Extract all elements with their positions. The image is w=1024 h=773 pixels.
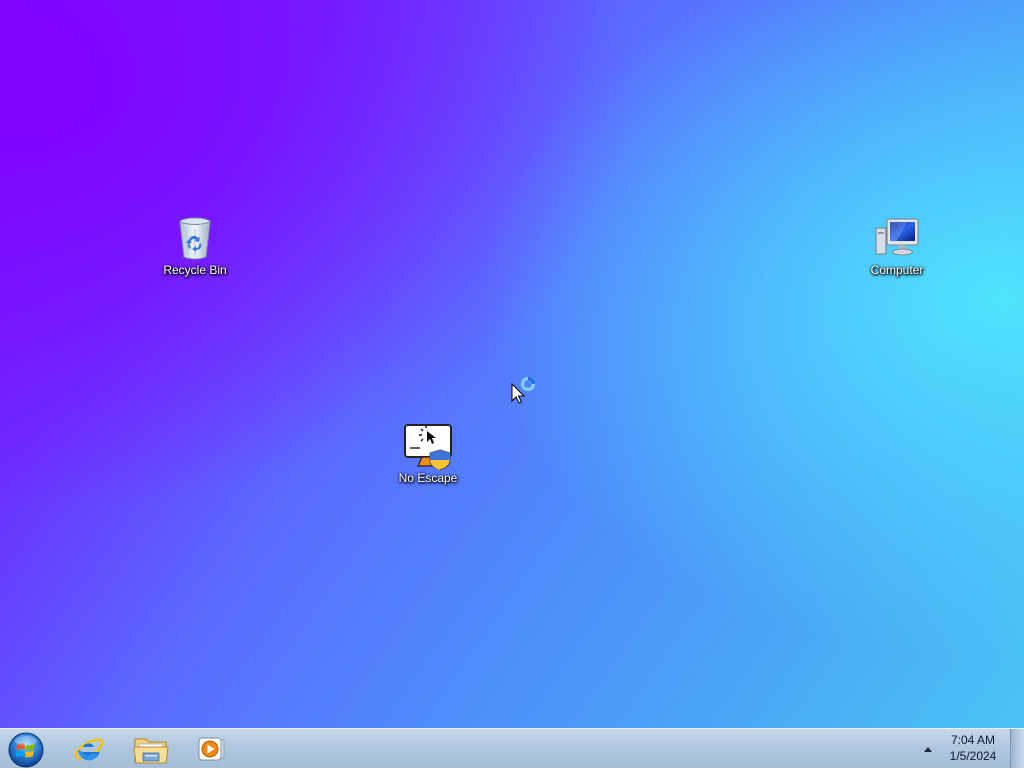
chevron-up-icon: [924, 747, 932, 752]
desktop-icon-label: No Escape: [398, 471, 458, 485]
computer-icon: [875, 218, 919, 256]
show-desktop-button[interactable]: [1010, 729, 1024, 768]
media-player-icon: [198, 737, 225, 761]
desktop[interactable]: Recycle Bin Computer No Escape: [0, 0, 1024, 728]
taskbar: 7:04 AM 1/5/2024: [0, 728, 1024, 768]
file-explorer-icon: [133, 738, 169, 764]
desktop-icon-computer[interactable]: Computer: [857, 214, 937, 277]
desktop-icon-no-escape[interactable]: No Escape: [388, 422, 468, 485]
desktop-icon-label: Recycle Bin: [163, 263, 227, 277]
taskbar-pin-media-player[interactable]: [184, 731, 238, 767]
start-button[interactable]: [5, 730, 47, 768]
clock-date: 1/5/2024: [949, 749, 997, 763]
desktop-icon-label: Computer: [870, 263, 924, 277]
desktop-icon-recycle-bin[interactable]: Recycle Bin: [155, 214, 235, 277]
internet-explorer-icon: [74, 738, 104, 761]
recycle-bin-icon: [179, 217, 211, 260]
taskbar-pin-internet-explorer[interactable]: [62, 731, 116, 767]
show-hidden-icons-button[interactable]: [920, 741, 936, 757]
system-clock[interactable]: 7:04 AM 1/5/2024: [940, 732, 1006, 764]
windows-start-orb-icon: [8, 732, 44, 768]
taskbar-pin-file-explorer[interactable]: [124, 731, 178, 767]
clock-time: 7:04 AM: [950, 733, 996, 747]
busy-arrow-cursor-icon: [511, 377, 535, 404]
no-escape-app-icon: [404, 424, 452, 470]
